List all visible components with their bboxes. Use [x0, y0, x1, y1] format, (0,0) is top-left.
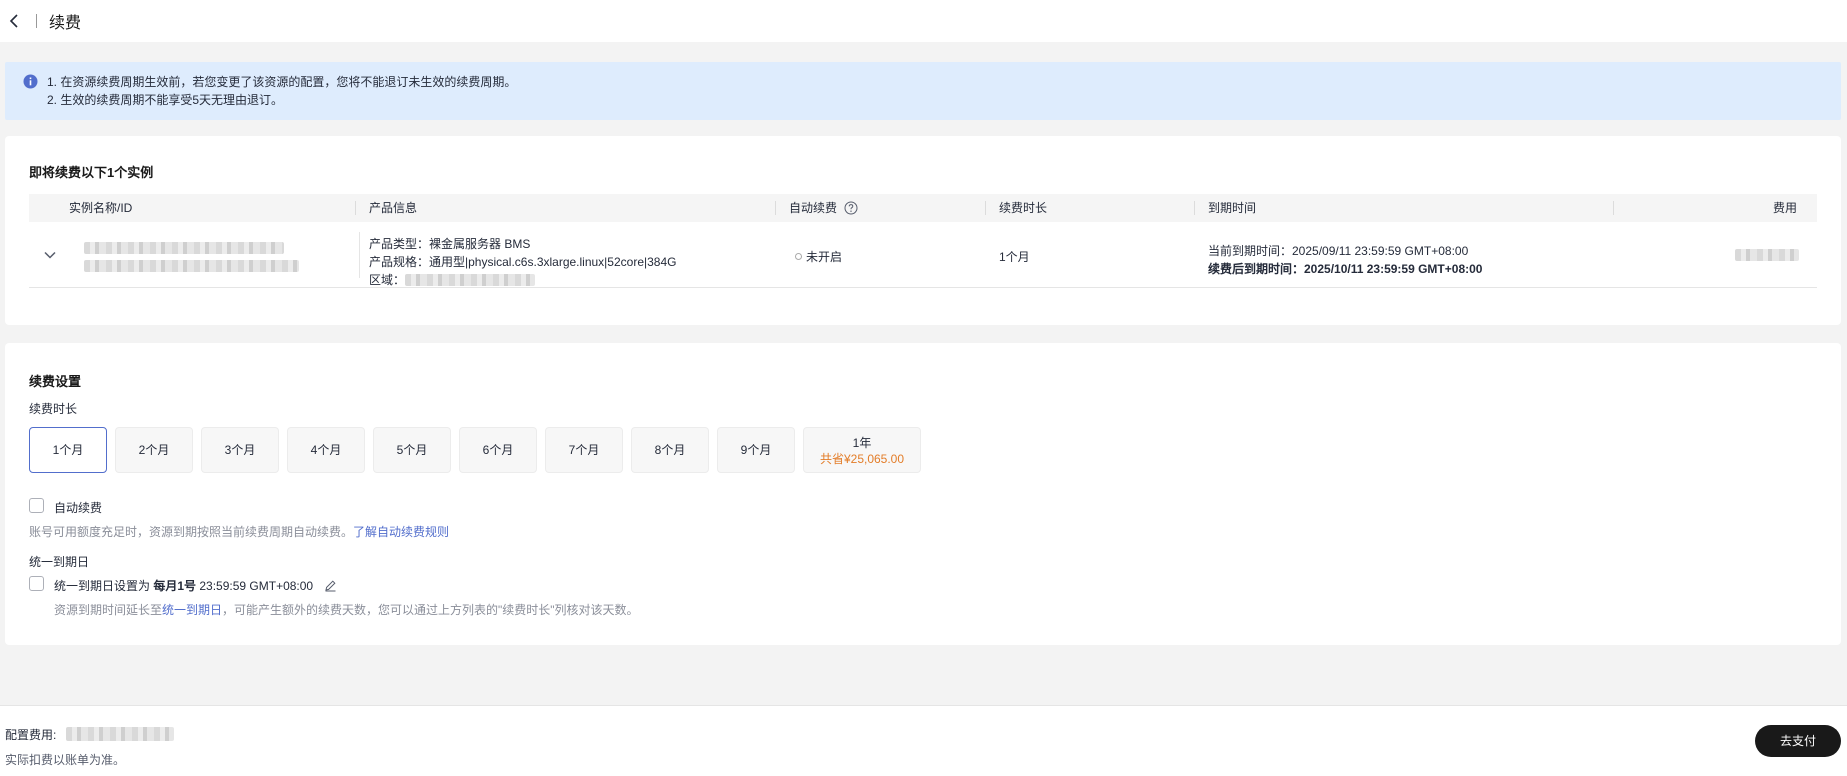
notice-line-2: 2. 生效的续费周期不能享受5天无理由退订。: [47, 93, 284, 107]
unify-expiry-checkbox[interactable]: [29, 576, 44, 591]
unify-title: 统一到期日: [29, 555, 90, 569]
row-divider: [359, 232, 360, 278]
pay-button[interactable]: 去支付: [1755, 725, 1841, 757]
status-dot: [795, 253, 802, 260]
duration-option-6[interactable]: 6个月: [459, 427, 537, 473]
current-expiry: 当前到期时间：2025/09/11 23:59:59 GMT+08:00: [1208, 244, 1469, 258]
renew-settings-card: 续费设置 续费时长 1个月 2个月 3个月 4个月 5个月 6个月 7个月 8个…: [5, 343, 1841, 645]
duration-option-3[interactable]: 3个月: [201, 427, 279, 473]
top-bar: 续费: [0, 0, 1847, 42]
product-spec: 产品规格：通用型|physical.c6s.3xlarge.linux|52co…: [369, 255, 677, 269]
fee-redacted: [1735, 249, 1799, 261]
notice-line-1: 1. 在资源续费周期生效前，若您变更了该资源的配置，您将不能退订未生效的续费周期…: [47, 75, 517, 89]
table-row: 产品类型：裸金属服务器 BMS 产品规格：通用型|physical.c6s.3x…: [29, 222, 1817, 288]
config-fee: 配置费用:: [5, 725, 174, 743]
page-title: 续费: [49, 15, 82, 32]
renew-duration: 1个月: [999, 250, 1030, 264]
edit-icon[interactable]: [324, 579, 337, 592]
instances-card: 即将续费以下1个实例 实例名称/ID 产品信息 自动续费 续费时长 到期时间 费…: [5, 136, 1841, 325]
billing-note: 实际扣费以账单为准。: [5, 753, 126, 767]
product-type: 产品类型：裸金属服务器 BMS: [369, 237, 531, 251]
info-icon: [23, 74, 38, 89]
auto-renew-label: 自动续费: [54, 501, 103, 515]
unify-expiry-label: 统一到期日设置为 每月1号 23:59:59 GMT+08:00: [54, 577, 337, 594]
info-notice: 1. 在资源续费周期生效前，若您变更了该资源的配置，您将不能退订未生效的续费周期…: [5, 62, 1841, 120]
product-info: 产品类型：裸金属服务器 BMS 产品规格：通用型|physical.c6s.3x…: [369, 235, 676, 289]
duration-option-1[interactable]: 1个月: [29, 427, 107, 473]
col-expiry: 到期时间: [1194, 194, 1256, 222]
unify-expiry-link[interactable]: 统一到期日: [162, 603, 222, 617]
table-header: 实例名称/ID 产品信息 自动续费 续费时长 到期时间 费用: [29, 194, 1817, 222]
year-option-label: 1年: [852, 436, 872, 450]
help-icon[interactable]: [844, 197, 858, 215]
footer-bar: 配置费用: 实际扣费以账单为准。 去支付: [0, 705, 1847, 776]
col-fee: 费用: [1613, 194, 1817, 222]
instance-name-redacted: [84, 242, 284, 254]
auto-renew-status: 未开启: [795, 248, 842, 265]
config-fee-redacted: [65, 727, 174, 741]
auto-renew-desc: 账号可用额度充足时，资源到期按照当前续费周期自动续费。了解自动续费规则: [29, 525, 450, 539]
settings-title: 续费设置: [29, 374, 82, 389]
auto-renew-rules-link[interactable]: 了解自动续费规则: [353, 525, 449, 539]
expiry-info: 当前到期时间：2025/09/11 23:59:59 GMT+08:00 续费后…: [1208, 242, 1482, 278]
duration-option-9[interactable]: 9个月: [717, 427, 795, 473]
col-duration: 续费时长: [985, 194, 1047, 222]
unify-expiry-desc: 资源到期时间延长至统一到期日，可能产生额外的续费天数，您可以通过上方列表的"续费…: [54, 603, 639, 617]
year-saving-label: 共省¥25,065.00: [819, 452, 905, 466]
col-product: 产品信息: [355, 194, 417, 222]
duration-option-8[interactable]: 8个月: [631, 427, 709, 473]
product-region: 区域：: [369, 271, 676, 289]
instances-title: 即将续费以下1个实例: [29, 165, 154, 180]
duration-option-1-year[interactable]: 1年 共省¥25,065.00: [803, 427, 921, 473]
chevron-down-icon[interactable]: [43, 248, 57, 262]
back-arrow-icon[interactable]: [6, 13, 22, 29]
config-fee-label: 配置费用:: [5, 728, 57, 742]
duration-label: 续费时长: [29, 402, 78, 416]
renewed-expiry: 续费后到期时间：2025/10/11 23:59:59 GMT+08:00: [1208, 262, 1483, 276]
auto-renew-checkbox[interactable]: [29, 498, 44, 513]
duration-option-2[interactable]: 2个月: [115, 427, 193, 473]
title-separator: [36, 14, 37, 28]
duration-option-5[interactable]: 5个月: [373, 427, 451, 473]
unify-day: 每月1号: [153, 579, 197, 593]
col-auto-renew: 自动续费: [775, 194, 858, 222]
instance-id-redacted: [84, 260, 299, 272]
duration-option-7[interactable]: 7个月: [545, 427, 623, 473]
col-name: 实例名称/ID: [69, 201, 133, 215]
duration-option-4[interactable]: 4个月: [287, 427, 365, 473]
